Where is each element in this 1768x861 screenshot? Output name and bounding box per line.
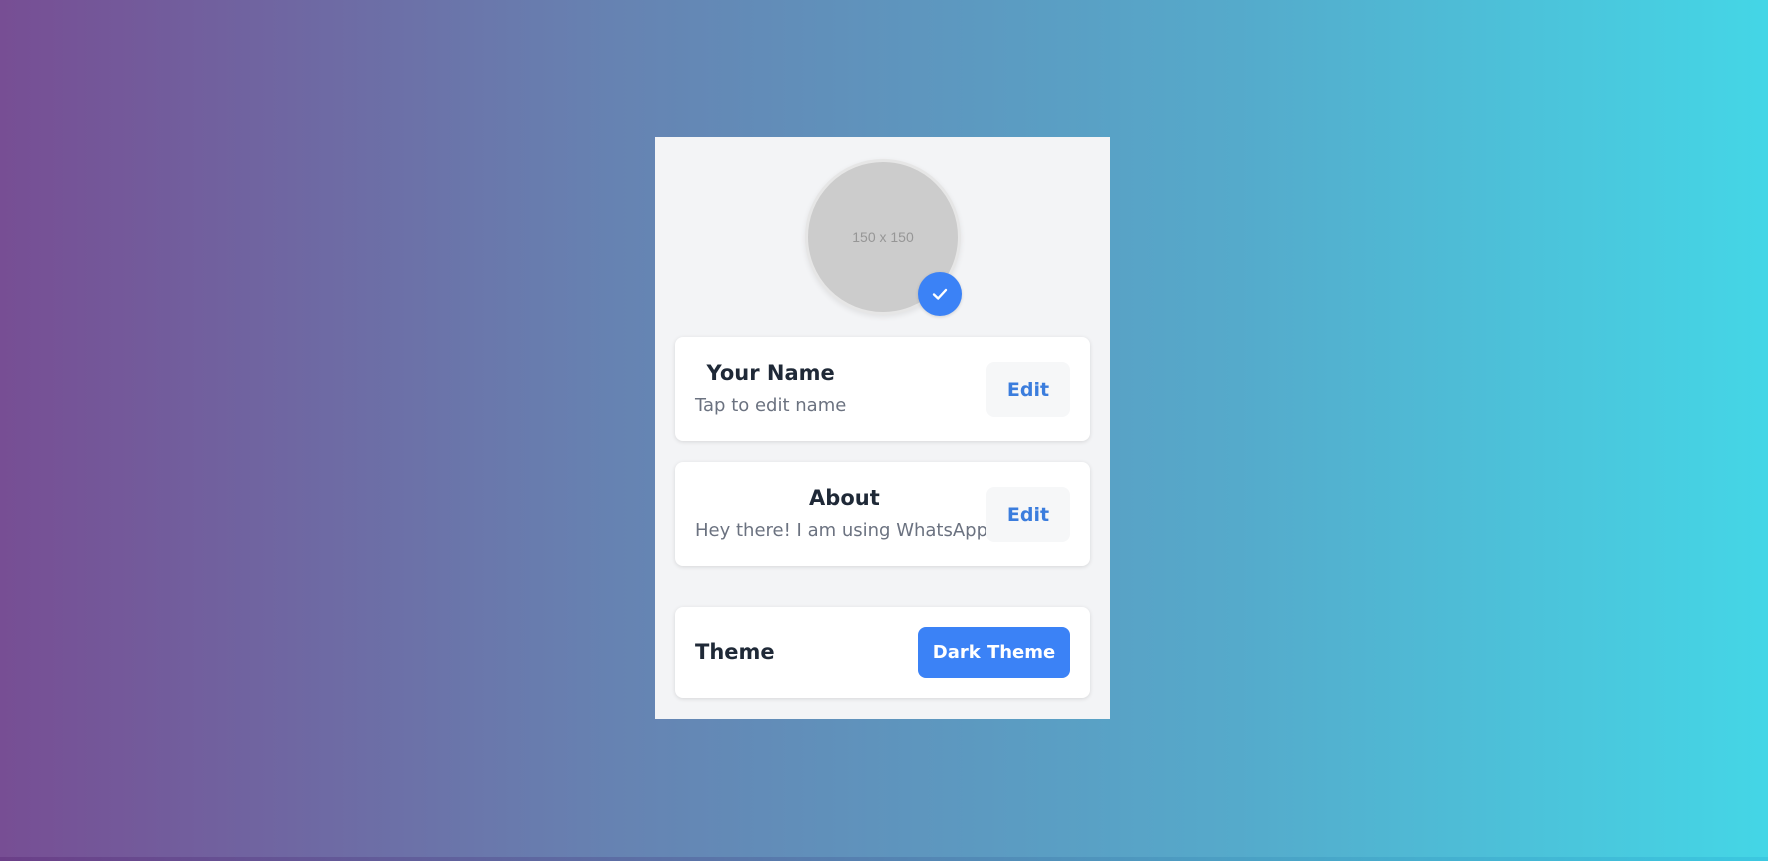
name-field: Your Name Tap to edit name [695,359,846,420]
dark-theme-button[interactable]: Dark Theme [918,627,1070,678]
edit-name-button[interactable]: Edit [986,362,1070,417]
avatar-placeholder-text: 150 x 150 [852,229,914,245]
check-icon [932,288,948,300]
about-card: About Hey there! I am using WhatsApp. Ed… [675,462,1090,566]
confirm-avatar-button[interactable] [918,272,962,316]
bottom-strip [0,857,1768,861]
about-title: About [809,486,880,510]
about-value: Hey there! I am using WhatsApp. [695,520,994,541]
name-card: Your Name Tap to edit name Edit [675,337,1090,441]
edit-about-button[interactable]: Edit [986,487,1070,542]
name-title: Your Name [706,361,835,385]
profile-panel: 150 x 150 Your Name Tap to edit name Edi… [655,137,1110,719]
about-field: About Hey there! I am using WhatsApp. [695,484,994,545]
theme-label: Theme [695,640,775,664]
avatar-container: 150 x 150 [805,159,962,316]
name-value: Tap to edit name [695,395,847,416]
theme-card: Theme Dark Theme [675,607,1090,698]
